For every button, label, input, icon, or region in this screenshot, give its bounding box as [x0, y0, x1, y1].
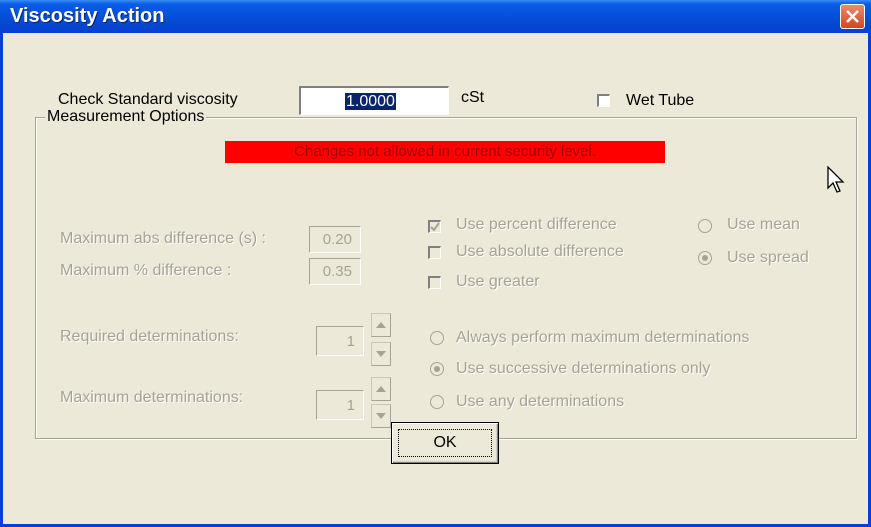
wet-tube-label[interactable]: Wet Tube	[626, 92, 694, 110]
maximum-spin-down[interactable]	[371, 404, 391, 428]
arrow-down-icon	[376, 351, 386, 357]
use-absolute-checkbox[interactable]	[428, 246, 441, 259]
successive-radio[interactable]	[430, 362, 444, 376]
maximum-determinations-label: Maximum determinations:	[60, 389, 244, 406]
max-pct-difference-label: Maximum % difference :	[60, 262, 232, 279]
wet-tube-checkbox[interactable]	[597, 94, 610, 107]
successive-label[interactable]: Use successive determinations only	[456, 360, 710, 378]
max-pct-difference-input[interactable]: 0.35	[309, 258, 361, 285]
any-determinations-label[interactable]: Use any determinations	[456, 393, 624, 411]
use-mean-radio[interactable]	[698, 219, 712, 233]
required-determinations-label: Required determinations:	[60, 328, 239, 345]
use-greater-label[interactable]: Use greater	[456, 273, 540, 291]
always-max-radio[interactable]	[430, 331, 444, 345]
arrow-up-icon	[376, 322, 386, 328]
max-abs-difference-input[interactable]: 0.20	[309, 226, 361, 253]
arrow-up-icon	[376, 386, 386, 392]
title-bar[interactable]: Viscosity Action	[0, 0, 871, 33]
use-percent-label[interactable]: Use percent difference	[456, 216, 617, 234]
required-spin-down[interactable]	[371, 342, 391, 366]
ok-button[interactable]: OK	[391, 422, 499, 464]
viscosity-value[interactable]: 1.0000	[345, 93, 396, 110]
measurement-options-title: Measurement Options	[45, 108, 207, 126]
maximum-spin-up[interactable]	[371, 377, 391, 401]
use-mean-label[interactable]: Use mean	[727, 216, 800, 234]
viscosity-action-dialog: Viscosity Action Check Standard viscosit…	[0, 0, 871, 527]
required-determinations-input[interactable]: 1	[316, 326, 364, 356]
use-spread-radio[interactable]	[698, 251, 712, 265]
max-abs-difference-label: Maximum abs difference (s) :	[60, 230, 266, 247]
mouse-cursor-icon	[827, 166, 845, 193]
viscosity-unit: cSt	[461, 89, 485, 106]
use-absolute-label[interactable]: Use absolute difference	[456, 243, 624, 261]
use-greater-checkbox[interactable]	[428, 276, 441, 289]
use-percent-checkbox[interactable]	[428, 220, 441, 233]
checkmark-icon	[430, 222, 440, 232]
close-icon	[846, 10, 859, 23]
close-button[interactable]	[840, 4, 865, 29]
use-spread-label[interactable]: Use spread	[727, 249, 809, 267]
security-warning-banner: Changes not allowed in current security …	[225, 141, 665, 163]
window-title: Viscosity Action	[10, 5, 165, 27]
required-spin-up[interactable]	[371, 313, 391, 337]
always-max-label[interactable]: Always perform maximum determinations	[456, 329, 749, 347]
arrow-down-icon	[376, 413, 386, 419]
viscosity-label: Check Standard viscosity	[58, 91, 238, 108]
any-determinations-radio[interactable]	[430, 395, 444, 409]
maximum-determinations-input[interactable]: 1	[316, 390, 364, 420]
focus-rect	[398, 429, 492, 457]
viscosity-input[interactable]: 1.0000	[299, 86, 449, 115]
